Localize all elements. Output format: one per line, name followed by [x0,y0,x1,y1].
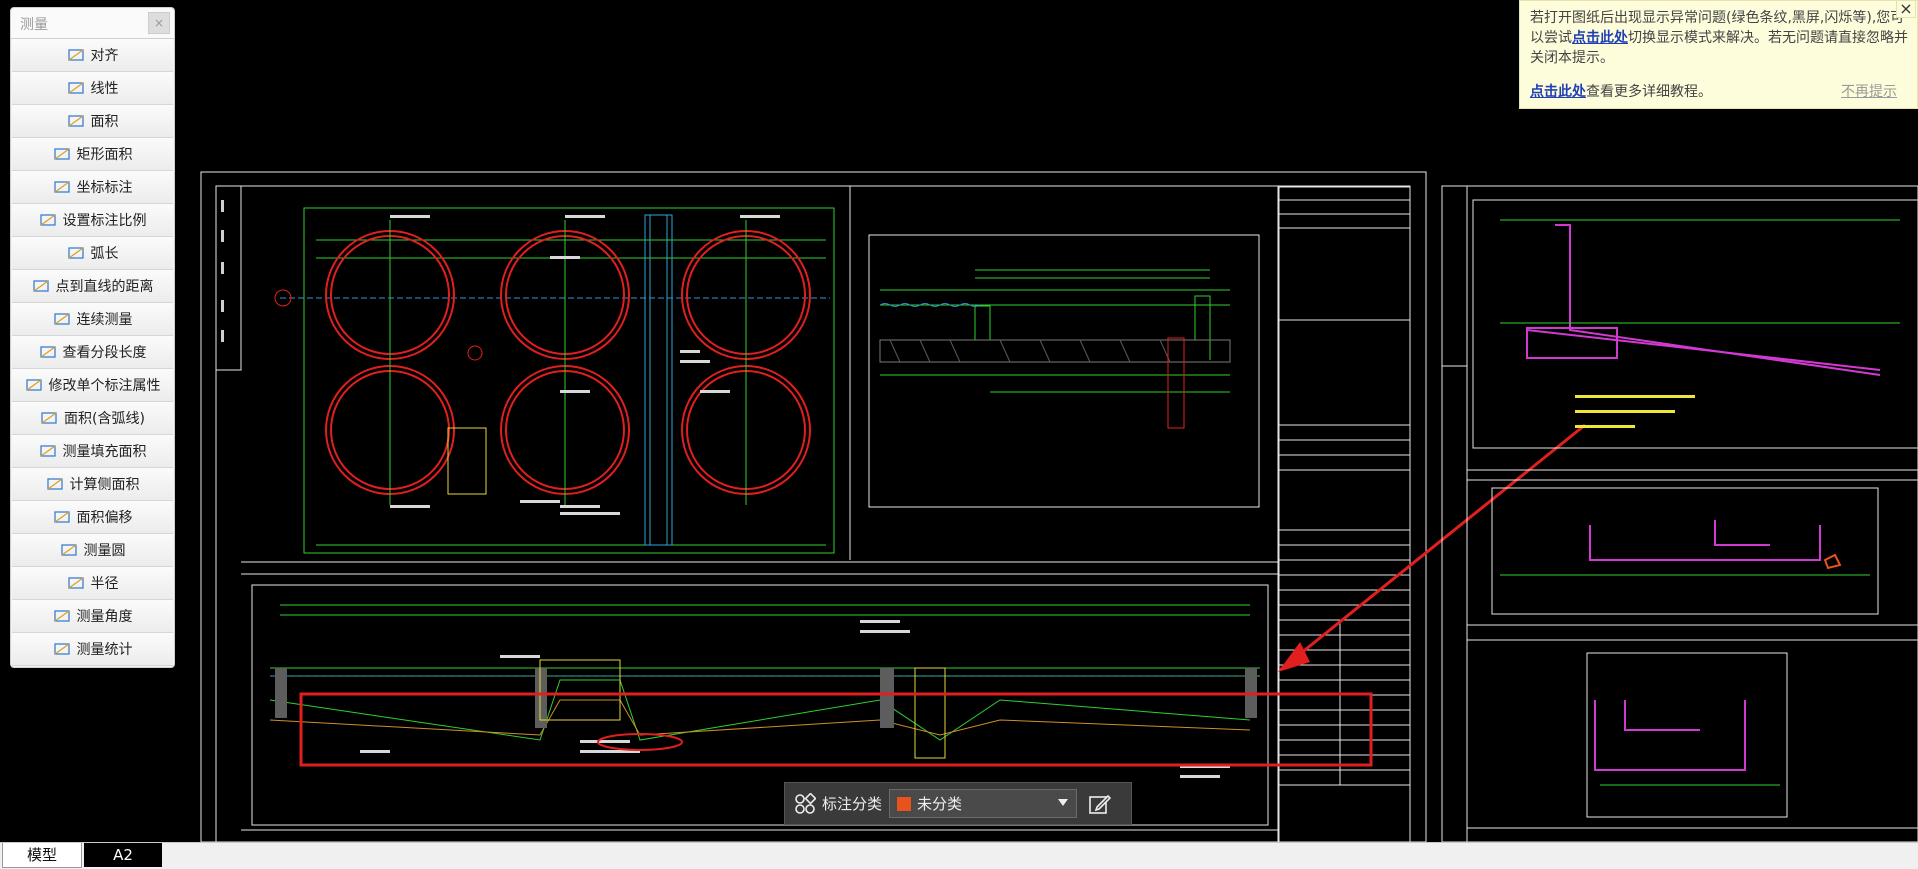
tutorial-link[interactable]: 点击此处 [1530,84,1586,100]
layout-tab-bar: 模型 A2 [0,842,1918,869]
tool-arc-length[interactable]: 弧长 [12,237,173,270]
tab-model[interactable]: 模型 [2,843,82,868]
notice-text: 若打开图纸后出现显示异常问题(绿色条纹,黑屏,闪烁等),您可以尝试点击此处切换显… [1530,8,1912,68]
tool-angle[interactable]: 测量角度 [12,600,173,633]
tool-label: 连续测量 [76,312,133,328]
tool-area-offset[interactable]: 面积偏移 [12,501,173,534]
tool-label: 弧长 [90,246,119,262]
edit-dimension-icon [25,379,42,391]
area-icon [67,115,84,127]
tab-a2[interactable]: A2 [84,843,162,867]
annotation-category-label: 标注分类 [822,795,883,813]
tool-label: 测量统计 [76,642,133,658]
tool-label: 测量角度 [76,609,133,625]
annotation-category-value: 未分类 [917,795,963,813]
tool-label: 矩形面积 [76,147,133,163]
statistics-icon [53,643,70,655]
arc-length-icon [67,247,84,259]
tool-label: 对齐 [90,48,119,64]
segment-length-icon [39,346,56,358]
radius-icon [67,577,84,589]
notice-close-button[interactable]: × [1896,0,1916,18]
tutorial-line: 点击此处查看更多详细教程。 [1530,81,1712,101]
tool-segment-length[interactable]: 查看分段长度 [12,336,173,369]
tool-point-line-distance[interactable]: 点到直线的距离 [12,270,173,303]
angle-icon [53,610,70,622]
tool-label: 线性 [90,81,119,97]
tool-edit-dimension[interactable]: 修改单个标注属性 [12,369,173,402]
tool-continuous-measure[interactable]: 连续测量 [12,303,173,336]
edit-icon[interactable] [1087,792,1113,816]
display-notice: 若打开图纸后出现显示异常问题(绿色条纹,黑屏,闪烁等),您可以尝试点击此处切换显… [1519,0,1918,109]
tool-arc-area[interactable]: 面积(含弧线) [12,402,173,435]
arc-area-icon [41,412,57,424]
fill-area-icon [39,445,56,457]
tool-list: 对齐线性面积矩形面积坐标标注设置标注比例 弧长点到直线的距离 连续测量查看分段长度修… [11,39,174,666]
tool-label: 查看分段长度 [62,345,147,361]
annotation-category-select[interactable]: 未分类 [889,789,1078,818]
tool-label: 半径 [90,576,119,592]
tool-label: 测量填充面积 [62,444,147,460]
panel-close-button[interactable]: × [148,12,170,34]
chevron-down-icon [1058,799,1069,806]
tool-label: 修改单个标注属性 [48,378,161,394]
tool-label: 面积(含弧线) [64,411,145,427]
measure-panel: 测量 × 对齐线性面积矩形面积坐标标注设置标注比例 弧长点到直线的距离 连续测量查看… [10,7,175,668]
switch-mode-link[interactable]: 点击此处 [1572,30,1628,46]
continuous-measure-icon [53,313,70,325]
tool-label: 面积 [90,114,119,130]
coordinate-icon [53,181,70,193]
scale-icon [39,214,56,226]
rect-area-icon [53,148,70,160]
tool-statistics[interactable]: 测量统计 [12,633,173,666]
tool-scale[interactable]: 设置标注比例 [12,204,173,237]
tool-coordinate[interactable]: 坐标标注 [12,171,173,204]
tool-linear[interactable]: 线性 [12,72,173,105]
side-area-icon [46,478,63,490]
point-line-distance-icon [32,280,49,292]
tool-label: 测量圆 [83,543,126,559]
tutorial-text: 查看更多详细教程。 [1586,84,1712,100]
tool-fill-area[interactable]: 测量填充面积 [12,435,173,468]
linear-icon [67,82,84,94]
annotation-bar: 标注分类 未分类 [784,782,1132,825]
circle-measure-icon [60,544,77,556]
tool-align[interactable]: 对齐 [12,39,173,72]
tool-label: 计算侧面积 [69,477,140,493]
panel-title: 测量 [20,17,48,33]
tool-area[interactable]: 面积 [12,105,173,138]
align-icon [67,49,84,61]
tool-label: 坐标标注 [76,180,133,196]
tool-rect-area[interactable]: 矩形面积 [12,138,173,171]
tool-label: 面积偏移 [76,510,133,526]
area-offset-icon [53,511,70,523]
category-color-swatch [897,796,912,811]
tool-label: 设置标注比例 [62,213,147,229]
dont-show-again-link[interactable]: 不再提示 [1841,81,1897,101]
tool-radius[interactable]: 半径 [12,567,173,600]
tool-circle-measure[interactable]: 测量圆 [12,534,173,567]
drawing-canvas[interactable] [0,0,1918,842]
panel-header[interactable]: 测量 × [11,8,174,39]
category-grid-icon[interactable] [794,792,816,815]
cad-drawing [200,171,1918,842]
tool-label: 点到直线的距离 [55,279,154,295]
tool-side-area[interactable]: 计算侧面积 [12,468,173,501]
